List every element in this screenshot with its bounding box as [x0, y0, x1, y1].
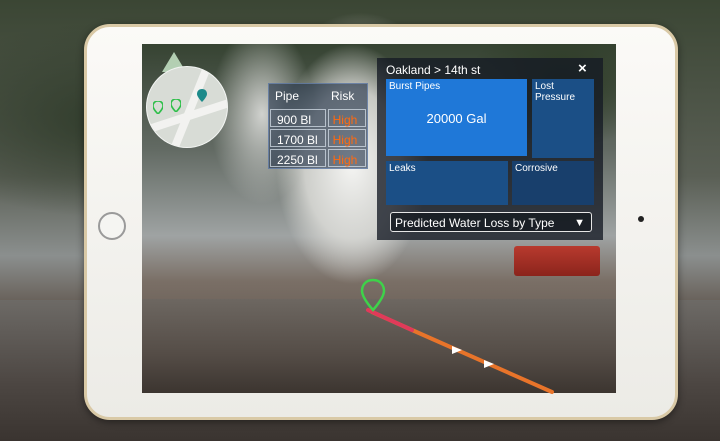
tile-value: 20000 Gal	[426, 111, 487, 126]
risk-cell: High	[327, 129, 366, 147]
risk-cell: High	[327, 149, 366, 167]
column-header-pipe: Pipe	[275, 89, 300, 103]
minimap[interactable]	[146, 66, 228, 148]
tile-label: Corrosive	[515, 163, 558, 174]
map-pin-icon[interactable]	[197, 89, 207, 102]
table-header-row: Pipe Risk	[269, 84, 367, 108]
close-icon[interactable]: ×	[578, 60, 587, 77]
map-pin-icon[interactable]	[171, 99, 181, 112]
tile-corrosive[interactable]: Corrosive	[512, 161, 594, 205]
tile-label: Leaks	[389, 163, 416, 174]
risk-cell: High	[327, 109, 366, 127]
metric-dropdown[interactable]: Predicted Water Loss by Type ▼	[390, 212, 592, 232]
camera-dot	[638, 216, 644, 222]
road-surface	[142, 299, 616, 393]
tile-label: Lost Pressure	[535, 81, 576, 103]
chevron-down-icon: ▼	[574, 217, 585, 229]
water-loss-panel: Oakland > 14th st × Burst Pipes 20000 Ga…	[377, 58, 603, 240]
tile-leaks[interactable]: Leaks	[386, 161, 508, 205]
tile-burst-pipes[interactable]: Burst Pipes 20000 Gal	[386, 79, 527, 156]
column-header-risk: Risk	[331, 89, 355, 103]
pipe-cell: 900 Bl	[270, 109, 326, 127]
dropdown-value: Predicted Water Loss by Type	[395, 216, 555, 230]
table-row[interactable]: 900 Bl High	[269, 108, 367, 128]
tile-label: Burst Pipes	[389, 81, 441, 92]
table-row[interactable]: 2250 Bl High	[269, 148, 367, 168]
table-row[interactable]: 1700 Bl High	[269, 128, 367, 148]
home-button[interactable]	[98, 212, 126, 240]
breadcrumb: Oakland > 14th st	[386, 63, 481, 77]
pipe-cell: 2250 Bl	[270, 149, 326, 167]
pipe-cell: 1700 Bl	[270, 129, 326, 147]
pipe-risk-table: Pipe Risk 900 Bl High 1700 Bl High 2250 …	[268, 83, 368, 169]
fire-truck	[514, 246, 600, 276]
tile-lost-pressure[interactable]: Lost Pressure	[532, 79, 594, 158]
map-pin-icon[interactable]	[153, 101, 163, 114]
